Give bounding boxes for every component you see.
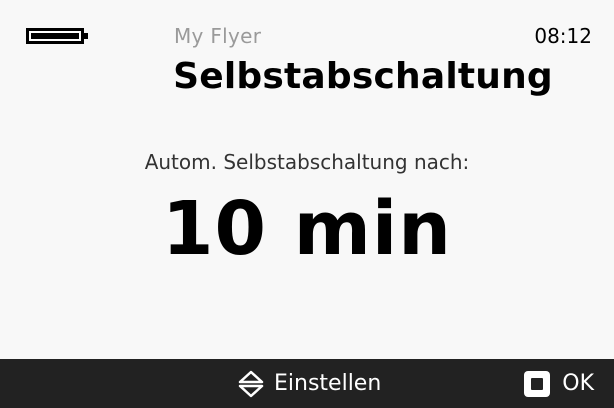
app-name: My Flyer xyxy=(174,24,262,48)
square-button-icon xyxy=(524,370,551,397)
battery-level-fill xyxy=(31,33,79,39)
shutoff-prompt: Autom. Selbstabschaltung nach: xyxy=(144,150,470,174)
ok-label: OK xyxy=(562,371,594,396)
auto-shutoff-screen: My Flyer 08:12 Selbstabschaltung Autom. … xyxy=(0,0,614,408)
page-title: Selbstabschaltung xyxy=(173,56,553,97)
bottom-bar: Einstellen OK xyxy=(0,359,614,408)
clock: 08:12 xyxy=(534,24,592,48)
shutoff-value[interactable]: 10 min xyxy=(0,186,614,272)
up-down-arrows-icon xyxy=(238,370,264,398)
adjust-label: Einstellen xyxy=(274,371,382,396)
battery-icon xyxy=(26,28,88,44)
ok-button[interactable]: OK xyxy=(524,359,594,408)
adjust-button[interactable]: Einstellen xyxy=(238,359,381,408)
